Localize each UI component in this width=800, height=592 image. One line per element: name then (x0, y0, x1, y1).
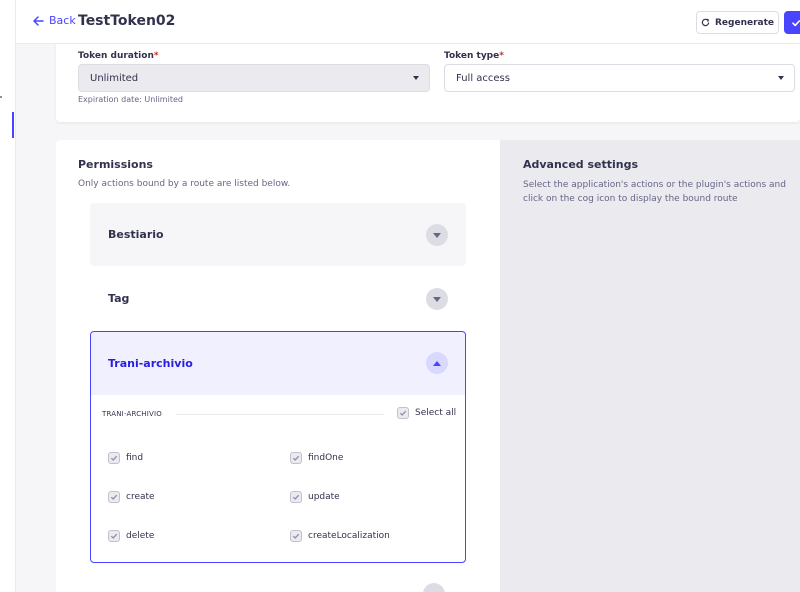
token-type-value: Full access (456, 72, 510, 84)
regenerate-label: Regenerate (714, 17, 774, 28)
advanced-settings-title: Advanced settings (523, 158, 639, 171)
token-duration-select[interactable]: Unlimited (78, 64, 430, 92)
caret-down-icon (413, 76, 419, 80)
check-icon (110, 494, 118, 500)
accordion-tag[interactable]: Tag (90, 267, 466, 330)
token-type-label: Token type* (444, 51, 504, 61)
accordion-label: Tag (108, 292, 130, 305)
action-checkbox-create[interactable] (108, 491, 120, 503)
action-checkbox-findone[interactable] (290, 452, 302, 464)
permissions-subtitle: Only actions bound by a route are listed… (78, 179, 291, 189)
permissions-card: Permissions Only actions bound by a rout… (56, 140, 800, 592)
accordion-trani-archivio: Trani-archivio TRANI-ARCHIVIO Select all… (90, 331, 466, 563)
check-icon (292, 455, 300, 461)
check-icon (110, 455, 118, 461)
chevron-down-icon (433, 296, 441, 302)
accordion-header[interactable]: Trani-archivio (91, 332, 465, 395)
check-icon (292, 533, 300, 539)
accordion-label: Bestiario (108, 228, 164, 241)
check-icon (399, 410, 407, 416)
permissions-panel: Permissions Only actions bound by a rout… (56, 140, 500, 592)
refresh-icon (701, 18, 710, 27)
select-all-checkbox[interactable] (397, 407, 409, 419)
check-icon (792, 19, 800, 26)
regenerate-button[interactable]: Regenerate (696, 11, 779, 34)
permissions-title: Permissions (78, 158, 153, 171)
nav-marker (0, 96, 2, 98)
accordion-toggle[interactable] (426, 352, 448, 374)
arrow-left-icon (33, 15, 44, 26)
page-header: Back TestToken02 Regenerate (16, 0, 800, 44)
section-divider (176, 414, 384, 415)
main-nav-strip (0, 0, 16, 592)
back-link[interactable]: Back (32, 14, 76, 27)
advanced-settings-panel: Advanced settings Select the application… (500, 140, 800, 592)
advanced-settings-description: Select the application's actions or the … (523, 180, 786, 204)
save-button[interactable] (784, 11, 800, 34)
action-label: findOne (308, 453, 344, 463)
action-label: update (308, 492, 340, 502)
expiration-hint: Expiration date: Unlimited (78, 95, 183, 104)
check-icon (110, 533, 118, 539)
action-checkbox-update[interactable] (290, 491, 302, 503)
action-checkbox-find[interactable] (108, 452, 120, 464)
chevron-down-icon (433, 232, 441, 238)
accordion-toggle[interactable] (426, 288, 448, 310)
action-label: delete (126, 531, 155, 541)
token-details-card: Token duration* Unlimited Expiration dat… (56, 44, 800, 122)
nav-active-indicator[interactable] (12, 112, 14, 138)
action-label: create (126, 492, 155, 502)
accordion-toggle[interactable] (426, 224, 448, 246)
section-label: TRANI-ARCHIVIO (102, 410, 162, 418)
token-duration-label: Token duration* (78, 51, 159, 61)
chevron-up-icon (433, 360, 441, 366)
token-type-select[interactable]: Full access (444, 64, 795, 92)
accordion-bestiario[interactable]: Bestiario (90, 203, 466, 266)
accordion-label: Trani-archivio (108, 357, 193, 370)
page-title: TestToken02 (78, 13, 176, 29)
token-duration-value: Unlimited (90, 72, 139, 84)
back-label: Back (49, 14, 76, 27)
select-all-label: Select all (415, 408, 457, 418)
accordion-toggle-next[interactable] (423, 583, 445, 592)
action-checkbox-delete[interactable] (108, 530, 120, 542)
check-icon (292, 494, 300, 500)
action-label: find (126, 453, 144, 463)
action-checkbox-createlocalization[interactable] (290, 530, 302, 542)
action-label: createLocalization (308, 531, 390, 541)
caret-down-icon (778, 76, 784, 80)
